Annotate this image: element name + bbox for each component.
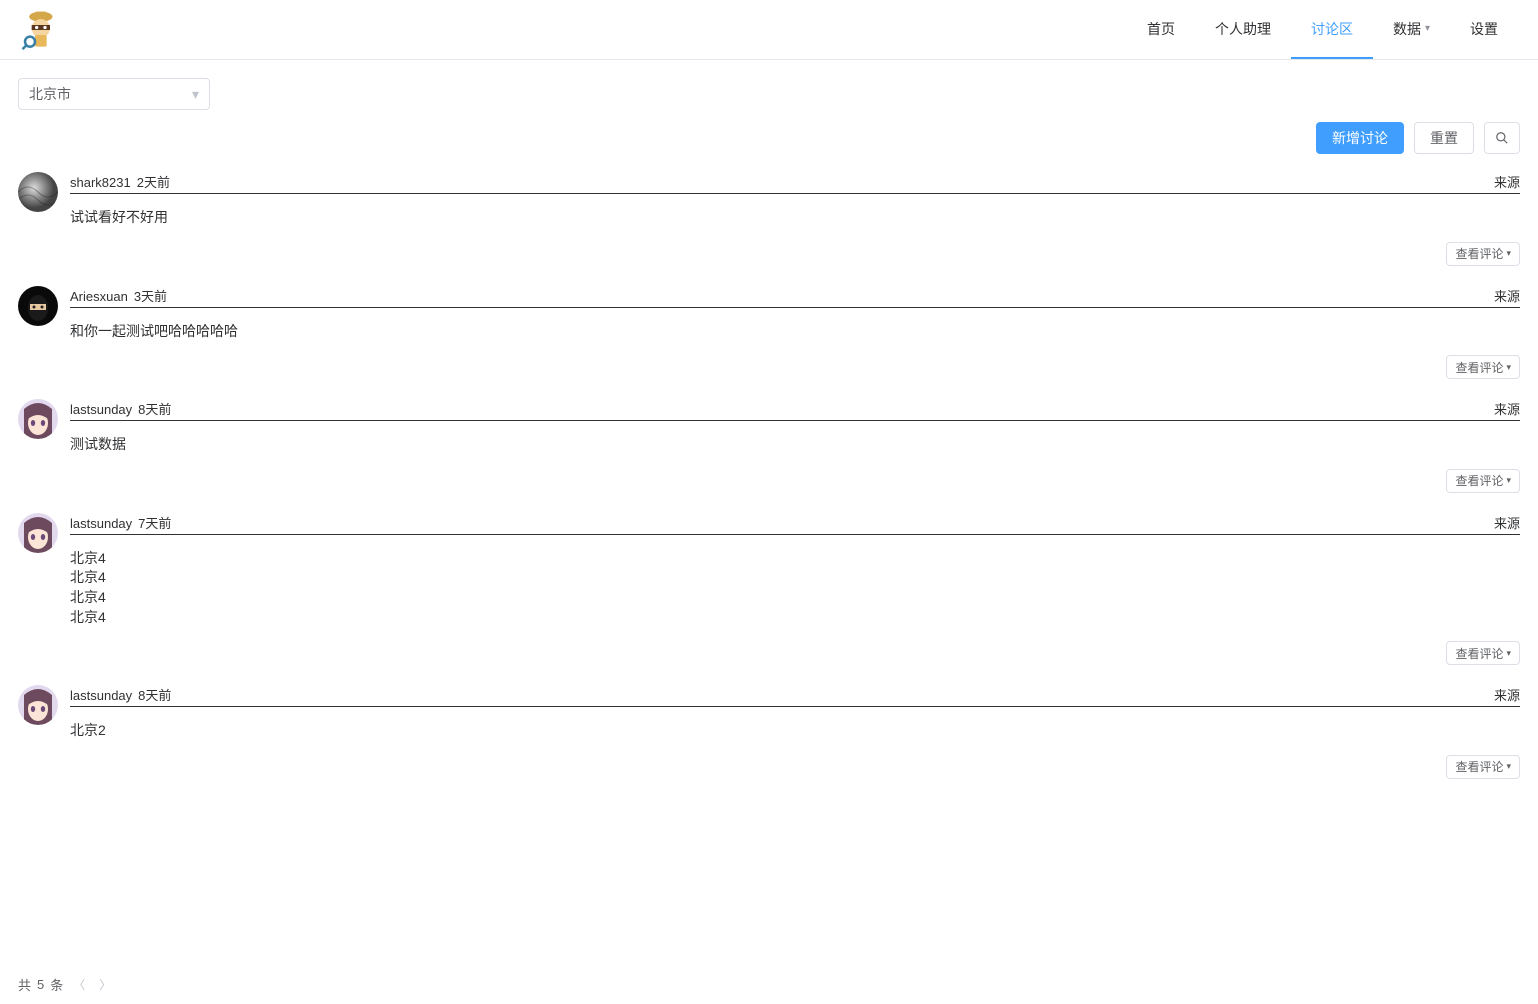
pagination-total-suffix: 条 [50, 975, 63, 994]
logo[interactable] [20, 10, 60, 50]
chevron-down-icon: ▾ [1425, 23, 1430, 34]
post-source-link[interactable]: 来源 [1494, 685, 1520, 704]
detective-logo-icon [20, 10, 60, 50]
post: lastsunday 7天前 来源北京4 北京4 北京4 北京4 查看评论▾ [18, 513, 1520, 665]
nav-item-discussion[interactable]: 讨论区 [1291, 0, 1373, 59]
button-label: 查看评论 [1455, 245, 1503, 262]
post-body: shark8231 2天前 来源试试看好不好用查看评论▾ [70, 172, 1520, 266]
chevron-down-icon: ▾ [192, 86, 199, 103]
view-comments-button[interactable]: 查看评论▾ [1446, 469, 1520, 493]
nav-label: 数据 [1393, 19, 1421, 39]
pagination-next-button[interactable]: 〉 [95, 974, 115, 994]
post-body: Ariesxuan 3天前 来源和你一起测试吧哈哈哈哈哈查看评论▾ [70, 286, 1520, 380]
view-comments-button[interactable]: 查看评论▾ [1446, 755, 1520, 779]
post: Ariesxuan 3天前 来源和你一起测试吧哈哈哈哈哈查看评论▾ [18, 286, 1520, 380]
pagination: 共 5 条 〈 〉 [0, 964, 1538, 1004]
pagination-total-prefix: 共 [18, 975, 31, 994]
post-actions: 查看评论▾ [70, 355, 1520, 379]
avatar[interactable] [18, 685, 58, 725]
view-comments-button[interactable]: 查看评论▾ [1446, 641, 1520, 665]
post: shark8231 2天前 来源试试看好不好用查看评论▾ [18, 172, 1520, 266]
pagination-prev-button[interactable]: 〈 [69, 974, 89, 994]
city-select-value: 北京市 [29, 84, 71, 104]
nav-label: 个人助理 [1215, 19, 1271, 39]
chevron-right-icon: 〉 [99, 976, 111, 993]
reset-button[interactable]: 重置 [1414, 122, 1474, 154]
post-actions: 查看评论▾ [70, 242, 1520, 266]
post-head: lastsunday 8天前 来源 [70, 685, 1520, 707]
chevron-down-icon: ▾ [1506, 648, 1511, 659]
nav-item-settings[interactable]: 设置 [1450, 0, 1518, 59]
post-time: 8天前 [138, 685, 171, 704]
post-time: 8天前 [138, 399, 171, 418]
post-head: lastsunday 7天前 来源 [70, 513, 1520, 535]
main-nav: 首页 个人助理 讨论区 数据 ▾ 设置 [1127, 0, 1518, 59]
search-icon [1495, 131, 1509, 145]
post-user: lastsunday [70, 688, 132, 703]
post-content: 测试数据 [70, 435, 1520, 455]
pagination-total-count: 5 [37, 977, 44, 992]
button-label: 查看评论 [1455, 472, 1503, 489]
nav-item-assistant[interactable]: 个人助理 [1195, 0, 1291, 59]
nav-label: 首页 [1147, 19, 1175, 39]
search-button[interactable] [1484, 122, 1520, 154]
nav-item-home[interactable]: 首页 [1127, 0, 1195, 59]
post-list: shark82312天前来源试试看好不好用查看评论▾Ariesxuan3天前来源… [18, 172, 1520, 779]
button-label: 重置 [1430, 128, 1458, 148]
chevron-down-icon: ▾ [1506, 475, 1511, 486]
post-actions: 查看评论▾ [70, 755, 1520, 779]
nav-item-data[interactable]: 数据 ▾ [1373, 0, 1450, 59]
button-label: 查看评论 [1455, 645, 1503, 662]
chevron-down-icon: ▾ [1506, 362, 1511, 373]
avatar[interactable] [18, 513, 58, 553]
nav-label: 设置 [1470, 19, 1498, 39]
toolbar: 新增讨论 重置 [18, 122, 1520, 154]
avatar[interactable] [18, 399, 58, 439]
post: lastsunday 8天前 来源北京2 查看评论▾ [18, 685, 1520, 779]
header: 首页 个人助理 讨论区 数据 ▾ 设置 [0, 0, 1538, 60]
post-body: lastsunday 7天前 来源北京4 北京4 北京4 北京4 查看评论▾ [70, 513, 1520, 665]
post-source-link[interactable]: 来源 [1494, 286, 1520, 305]
view-comments-button[interactable]: 查看评论▾ [1446, 355, 1520, 379]
post-source-link[interactable]: 来源 [1494, 172, 1520, 191]
post-head: lastsunday 8天前 来源 [70, 399, 1520, 421]
post-head: Ariesxuan 3天前 来源 [70, 286, 1520, 308]
chevron-down-icon: ▾ [1506, 248, 1511, 259]
post-head: shark8231 2天前 来源 [70, 172, 1520, 194]
city-select[interactable]: 北京市 ▾ [18, 78, 210, 110]
post: lastsunday 8天前 来源测试数据查看评论▾ [18, 399, 1520, 493]
post-user: shark8231 [70, 175, 131, 190]
post-time: 7天前 [138, 513, 171, 532]
post-content: 北京4 北京4 北京4 北京4 [70, 549, 1520, 627]
view-comments-button[interactable]: 查看评论▾ [1446, 242, 1520, 266]
post-body: lastsunday 8天前 来源北京2 查看评论▾ [70, 685, 1520, 779]
post-actions: 查看评论▾ [70, 641, 1520, 665]
post-body: lastsunday 8天前 来源测试数据查看评论▾ [70, 399, 1520, 493]
avatar[interactable] [18, 286, 58, 326]
post-user: lastsunday [70, 516, 132, 531]
post-time: 3天前 [134, 286, 167, 305]
post-time: 2天前 [137, 172, 170, 191]
nav-label: 讨论区 [1311, 19, 1353, 39]
chevron-left-icon: 〈 [73, 976, 85, 993]
button-label: 查看评论 [1455, 359, 1503, 376]
post-content: 北京2 [70, 721, 1520, 741]
button-label: 查看评论 [1455, 758, 1503, 775]
content: 北京市 ▾ 新增讨论 重置 shark82312天前来源试试看好不好用查看评论▾… [0, 60, 1538, 817]
post-user: Ariesxuan [70, 289, 128, 304]
post-source-link[interactable]: 来源 [1494, 513, 1520, 532]
post-actions: 查看评论▾ [70, 469, 1520, 493]
post-user: lastsunday [70, 402, 132, 417]
post-source-link[interactable]: 来源 [1494, 399, 1520, 418]
chevron-down-icon: ▾ [1506, 761, 1511, 772]
post-content: 和你一起测试吧哈哈哈哈哈 [70, 322, 1520, 342]
new-discussion-button[interactable]: 新增讨论 [1316, 122, 1404, 154]
button-label: 新增讨论 [1332, 128, 1388, 148]
avatar[interactable] [18, 172, 58, 212]
post-content: 试试看好不好用 [70, 208, 1520, 228]
